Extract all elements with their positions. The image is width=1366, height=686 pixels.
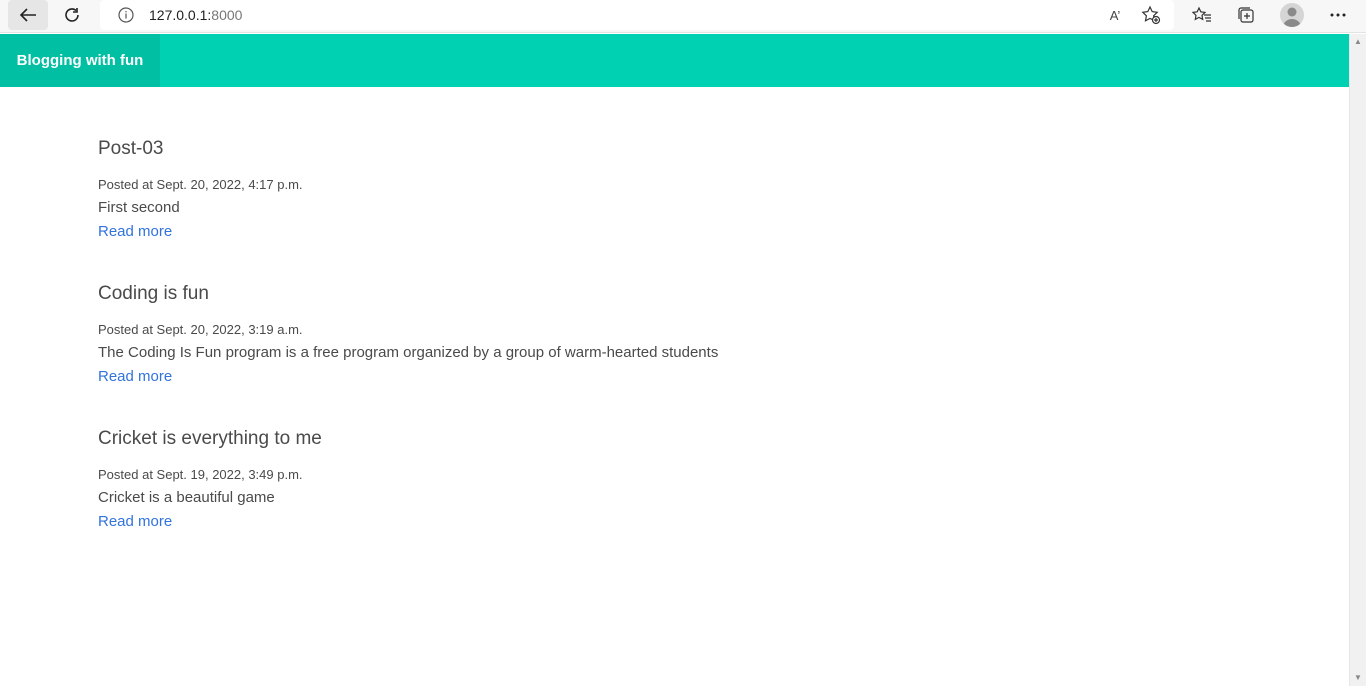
post-body: The Coding Is Fun program is a free prog… — [98, 344, 719, 361]
post-title: Cricket is everything to me — [98, 428, 322, 449]
reload-button[interactable] — [52, 0, 92, 30]
arrow-left-icon — [19, 8, 36, 22]
collections-icon[interactable] — [1234, 4, 1258, 26]
vertical-scrollbar[interactable]: ▲ ▼ — [1349, 34, 1366, 686]
back-button[interactable] — [8, 0, 48, 30]
more-dots-icon[interactable] — [1326, 4, 1350, 26]
profile-avatar-icon[interactable] — [1280, 3, 1304, 27]
post-item: Cricket is everything to me Posted at Se… — [98, 427, 322, 530]
info-icon[interactable] — [117, 6, 135, 24]
post-title: Post-03 — [98, 138, 164, 159]
post-date: Posted at Sept. 20, 2022, 3:19 a.m. — [98, 322, 303, 337]
url-host: 127.0.0.1: — [149, 7, 212, 23]
post-body: First second — [98, 199, 180, 216]
read-aloud-icon[interactable]: A’ — [1104, 5, 1126, 25]
scroll-down-icon[interactable]: ▼ — [1354, 674, 1362, 682]
post-item: Post-03 Posted at Sept. 20, 2022, 4:17 p… — [98, 137, 303, 240]
post-body: Cricket is a beautiful game — [98, 489, 275, 506]
scroll-up-icon[interactable]: ▲ — [1354, 38, 1362, 46]
post-date: Posted at Sept. 20, 2022, 4:17 p.m. — [98, 177, 303, 192]
brand-link[interactable]: Blogging with fun — [0, 34, 160, 87]
post-date: Posted at Sept. 19, 2022, 3:49 p.m. — [98, 467, 303, 482]
url-port: 8000 — [211, 7, 243, 23]
browser-toolbar: 127.0.0.1:8000 A’ — [0, 0, 1366, 33]
reload-icon — [65, 8, 79, 22]
post-item: Coding is fun Posted at Sept. 20, 2022, … — [98, 282, 718, 385]
post-title: Coding is fun — [98, 283, 209, 304]
read-more-link[interactable]: Read more — [98, 223, 172, 240]
url-text[interactable]: 127.0.0.1:8000 — [149, 7, 242, 23]
address-bar[interactable]: 127.0.0.1:8000 A’ — [100, 0, 1174, 30]
read-aloud-glyph: A’ — [1109, 7, 1121, 23]
navbar: Blogging with fun — [0, 34, 1349, 87]
read-more-link[interactable]: Read more — [98, 513, 172, 530]
favorites-icon[interactable] — [1190, 4, 1214, 26]
star-add-icon[interactable] — [1140, 5, 1162, 25]
page-content: Blogging with fun Post-03 Posted at Sept… — [0, 34, 1349, 686]
read-more-link[interactable]: Read more — [98, 368, 172, 385]
